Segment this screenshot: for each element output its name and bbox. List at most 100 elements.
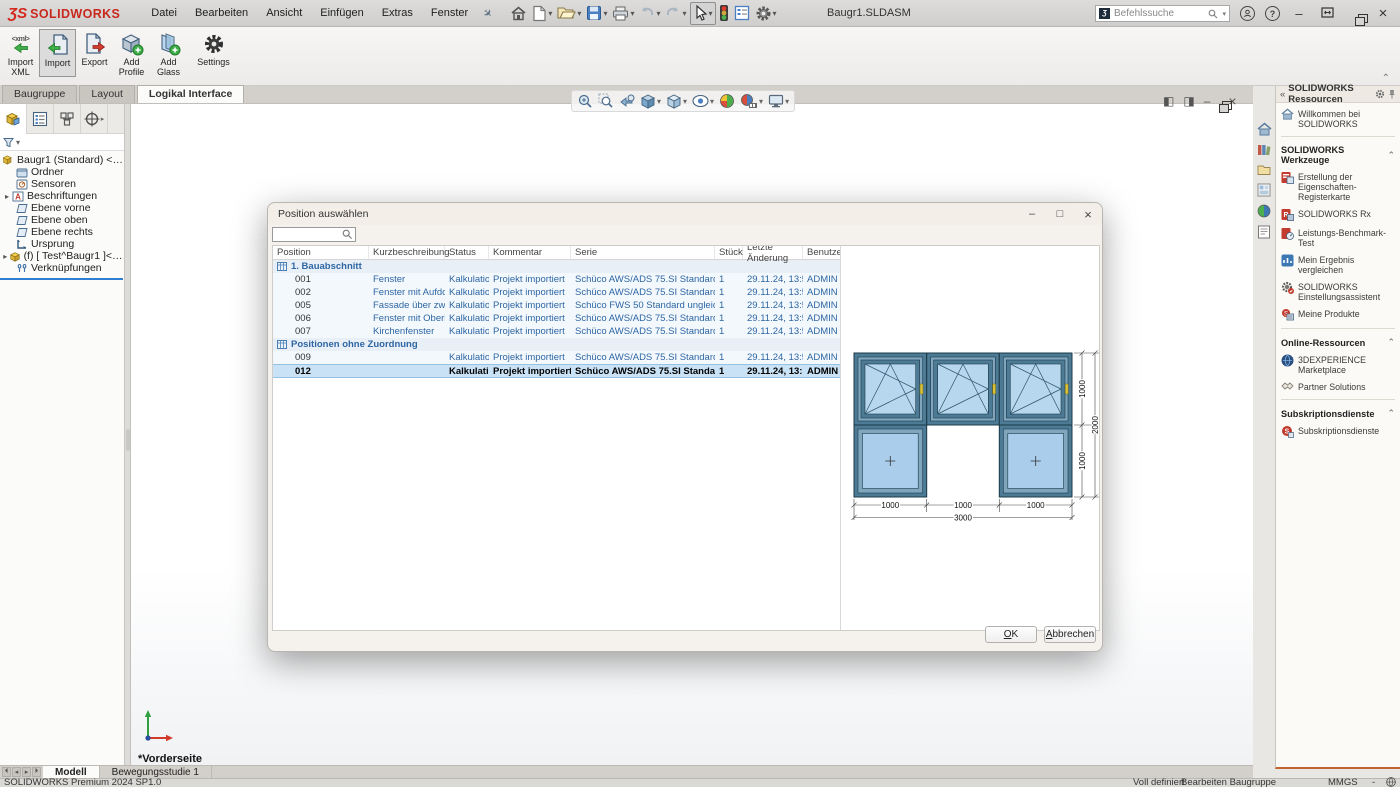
view-palette-icon[interactable] [1257, 183, 1271, 197]
column-header-kurzbeschreibung[interactable]: Kurzbeschreibung [369, 246, 445, 259]
table-row[interactable]: 005 Fassade über zwei Sto... Kalkulation… [273, 299, 840, 312]
zoom-to-fit-button[interactable] [576, 92, 594, 110]
pane-options-gear-icon[interactable] [1375, 89, 1385, 99]
login-user-icon[interactable] [1240, 6, 1255, 21]
dialog-close-button[interactable]: × [1074, 207, 1102, 222]
menu-extras[interactable]: Extras [373, 3, 422, 23]
section-werkzeuge[interactable]: SOLIDWORKS Werkzeuge ⌃ [1281, 145, 1395, 165]
status-units[interactable]: MMGS [1328, 777, 1358, 787]
collapse-pane-icon[interactable]: « [1280, 89, 1285, 100]
pane-right-icon[interactable]: ◨ [1183, 94, 1194, 108]
section-online-ressourcen[interactable]: Online-Ressourcen ⌃ [1281, 337, 1395, 348]
menu-ansicht[interactable]: Ansicht [257, 3, 311, 23]
link-my-products[interactable]: S Meine Produkte [1281, 309, 1395, 321]
rollback-bar[interactable] [0, 278, 123, 280]
minimize-button[interactable]: – [1290, 6, 1308, 21]
tab-first-icon[interactable]: ⏴ [2, 767, 11, 777]
add-glass-button[interactable]: Add Glass [150, 29, 187, 77]
link-property-tab-builder[interactable]: Erstellung der Eigenschaften-Registerkar… [1281, 172, 1395, 202]
tab-layout[interactable]: Layout [79, 85, 135, 103]
dialog-maximize-button[interactable]: □ [1046, 208, 1074, 220]
group-row-ohne-zuordnung[interactable]: Positionen ohne Zuordnung [273, 338, 840, 351]
tree-filter[interactable]: ▾ [0, 134, 124, 151]
table-row[interactable]: 002 Fenster mit Aufdoppl... Kalkulation … [273, 286, 840, 299]
print-button[interactable]: ▾ [610, 4, 636, 23]
column-header-serie[interactable]: Serie [571, 246, 715, 259]
tree-item-ordner[interactable]: Ordner [0, 166, 124, 178]
menu-datei[interactable]: Datei [142, 3, 186, 23]
collapse-section-icon[interactable]: ⌃ [1387, 337, 1395, 348]
dialog-search-box[interactable] [272, 227, 356, 242]
menu-einfuegen[interactable]: Einfügen [311, 3, 372, 23]
section-view-button[interactable]: ▾ [639, 92, 662, 110]
tree-item-sensoren[interactable]: Sensoren [0, 178, 124, 190]
table-row[interactable]: 007 Kirchenfenster Kalkulation Projekt i… [273, 325, 840, 338]
column-header-position[interactable]: Position [273, 246, 369, 259]
import-xml-button[interactable]: <xml> Import XML [2, 29, 39, 77]
options-button[interactable]: ▾ [753, 3, 779, 24]
previous-view-button[interactable] [618, 92, 636, 110]
appearances-icon[interactable] [1257, 204, 1271, 218]
link-benchmark-test[interactable]: Leistungs-Benchmark-Test [1281, 228, 1395, 248]
tree-item-ebene-oben[interactable]: Ebene oben [0, 214, 124, 226]
rebuild-button[interactable] [717, 2, 731, 24]
view-orientation-button[interactable]: ▾ [665, 92, 688, 110]
link-settings-assistant[interactable]: SOLIDWORKS Einstellungsassistent [1281, 282, 1395, 302]
welcome-link[interactable]: Willkommen bei SOLIDWORKS [1281, 109, 1395, 129]
redo-button[interactable]: ▾ [663, 4, 688, 22]
collapse-section-icon[interactable]: ⌃ [1387, 150, 1395, 161]
pin-icon[interactable] [1388, 89, 1396, 99]
tree-item-ursprung[interactable]: Ursprung [0, 238, 124, 250]
menu-pin-icon[interactable]: ✈ [480, 5, 496, 21]
resources-home-icon[interactable] [1257, 122, 1272, 136]
tree-item-test-baugr1[interactable]: ▸ (f) [ Test^Baugr1 ]<1> (Standard) [0, 250, 124, 262]
menu-fenster[interactable]: Fenster [422, 3, 477, 23]
home-button[interactable] [508, 3, 529, 24]
link-solidworks-rx[interactable]: R SOLIDWORKS Rx [1281, 209, 1395, 221]
collapse-section-icon[interactable]: ⌃ [1387, 408, 1395, 419]
open-button[interactable]: ▾ [555, 3, 583, 23]
display-style-button[interactable]: ▾ [691, 93, 715, 109]
pane-left-icon[interactable]: ◧ [1163, 94, 1174, 108]
tab-next-icon[interactable]: ▸ [22, 767, 31, 777]
tree-item-ebene-rechts[interactable]: Ebene rechts [0, 226, 124, 238]
globe-icon[interactable] [1386, 777, 1396, 787]
splitter-grip[interactable] [126, 429, 130, 451]
tree-root-row[interactable]: Baugr1 (Standard) <Anzeigestatus-1> [0, 154, 124, 166]
column-header-benutzer[interactable]: Benutzer [803, 246, 839, 259]
ribbon-collapse-icon[interactable]: ⌃ [1382, 73, 1390, 84]
column-header-status[interactable]: Status [445, 246, 489, 259]
ok-button[interactable]: OK [985, 626, 1037, 643]
save-button[interactable]: ▾ [584, 3, 609, 23]
design-library-icon[interactable] [1257, 143, 1271, 157]
import-button[interactable]: Import [39, 29, 76, 77]
doc-minimize-button[interactable]: – [1204, 94, 1211, 108]
link-partner-solutions[interactable]: Partner Solutions [1281, 382, 1395, 392]
tab-logikal-interface[interactable]: Logikal Interface [137, 85, 244, 103]
tree-item-beschriftungen[interactable]: ▸ A Beschriftungen [0, 190, 124, 202]
tree-item-ebene-vorne[interactable]: Ebene vorne [0, 202, 124, 214]
tab-prev-icon[interactable]: ◂ [12, 767, 21, 777]
table-row[interactable]: 001 Fenster Kalkulation Projekt importie… [273, 273, 840, 286]
file-explorer-icon[interactable] [1257, 164, 1271, 176]
hide-show-items-button[interactable] [718, 92, 736, 110]
link-compare-results[interactable]: Mein Ergebnis vergleichen [1281, 255, 1395, 275]
custom-properties-icon[interactable] [1257, 225, 1271, 239]
settings-button[interactable]: Settings [195, 29, 232, 77]
add-profile-button[interactable]: Add Profile [113, 29, 150, 77]
table-row[interactable]: 006 Fenster mit Oberlicht Kalkulation Pr… [273, 312, 840, 325]
view-settings-button[interactable]: ▾ [767, 93, 790, 109]
table-row[interactable]: 009 Kalkulation Projekt importiert Schüc… [273, 351, 840, 364]
command-search[interactable]: Ʒ Befehlssuche ▾ [1095, 5, 1230, 22]
close-button[interactable]: × [1374, 5, 1392, 22]
tab-last-icon[interactable]: ⏵ [32, 767, 41, 777]
table-row-selected[interactable]: 012 Kalkulation Projekt importiert Schüc… [273, 364, 840, 378]
column-header-kommentar[interactable]: Kommentar [489, 246, 571, 259]
dimxpertmanager-tab[interactable]: ▸ [81, 104, 108, 134]
cancel-button[interactable]: Abbrechen [1044, 626, 1096, 643]
new-document-button[interactable]: ▾ [530, 3, 554, 24]
configurationmanager-tab[interactable] [54, 104, 81, 134]
dialog-search-input[interactable] [273, 229, 342, 240]
file-properties-button[interactable] [732, 3, 752, 23]
link-subskriptionsdienste[interactable]: S Subskriptionsdienste [1281, 426, 1395, 438]
